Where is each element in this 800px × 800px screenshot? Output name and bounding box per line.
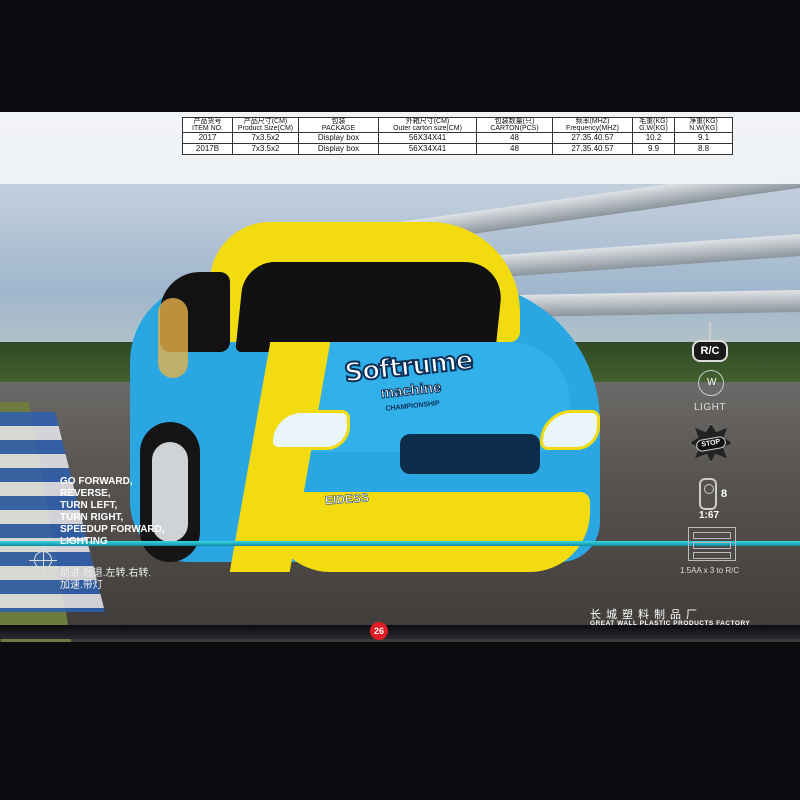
table-cell: 9.1 [674, 132, 733, 144]
feature-line-cn: 加速.带灯 [60, 580, 103, 591]
header-cell: 频率(MHZ) Frequency(MHZ) [552, 117, 633, 133]
light-label: LIGHT [694, 402, 726, 413]
battery-cell [693, 532, 731, 539]
feature-line: GO FORWARD, [60, 476, 133, 487]
table-row: 2017 7x3.5x2 Display box 56X34X41 48 27.… [182, 132, 733, 144]
antenna-icon [709, 322, 711, 340]
lightbulb-icon: W [698, 370, 724, 396]
car-bumper [270, 492, 590, 572]
table-cell: 7x3.5x2 [232, 143, 299, 155]
eight-label: 8 [721, 488, 728, 500]
table-cell: 27.35.40.57 [552, 143, 633, 155]
feature-line-cn: 前进.后退.左转.右转. [60, 568, 152, 579]
scale-label: 1:67 [699, 510, 720, 521]
page-number-badge: 26 [370, 622, 388, 640]
horse-decal [158, 298, 188, 378]
table-cell: 27.35.40.57 [552, 132, 633, 144]
feature-line: TURN RIGHT, [60, 512, 124, 523]
header-cell: 包装数量(只) CARTON(PCS) [476, 117, 553, 133]
battery-cell [693, 542, 731, 549]
table-cell: 2017 [182, 132, 233, 144]
table-cell: 56X34X41 [378, 132, 477, 144]
company-name-en: GREAT WALL PLASTIC PRODUCTS FACTORY [590, 620, 751, 627]
spec-table-header: 产品货号 ITEM NO. 产品尺寸(CM) Product Size(CM) 包装… [182, 117, 733, 133]
table-cell: 8.8 [674, 143, 733, 155]
table-cell: 48 [476, 143, 553, 155]
footer-rule [0, 625, 800, 639]
header-cell: 外箱尺寸(CM) Outer carton size(CM) [378, 117, 477, 133]
table-cell: 48 [476, 132, 553, 144]
feature-list-cn: 前进.后退.左转.右转. 加速.带灯 [60, 568, 165, 592]
spec-table: 产品货号 ITEM NO. 产品尺寸(CM) Product Size(CM) 包装… [182, 117, 733, 155]
table-cell: Display box [298, 143, 379, 155]
rc-car-photo: Softrume machine CHAMPIONSHIP EIDESS [120, 222, 620, 582]
header-cell: 包装 PACKAGE [298, 117, 379, 133]
table-cell: 56X34X41 [378, 143, 477, 155]
table-cell: 9.9 [632, 143, 675, 155]
stop-icon: STOP [690, 424, 732, 462]
table-row: 2017B 7x3.5x2 Display box 56X34X41 48 27… [182, 143, 733, 155]
battery-label: 1.5AA x 3 to R/C [680, 566, 740, 575]
feature-line: TURN LEFT, [60, 500, 118, 511]
feature-line: REVERSE, [60, 488, 111, 499]
rc-icon: R/C [692, 340, 728, 362]
feature-line: LIGHTING [60, 536, 108, 547]
bulb-glyph: W [707, 377, 717, 388]
header-cell: 产品货号 ITEM NO. [182, 117, 233, 133]
battery-icon [688, 527, 736, 561]
battery-cell [693, 552, 731, 559]
feature-list: GO FORWARD, REVERSE, TURN LEFT, TURN RIG… [60, 476, 165, 592]
header-cell: 产品尺寸(CM) Product Size(CM) [232, 117, 299, 133]
table-cell: Display box [298, 132, 379, 144]
catalog-page: 产品货号 ITEM NO. 产品尺寸(CM) Product Size(CM) 包装… [0, 0, 800, 800]
table-cell: 7x3.5x2 [232, 132, 299, 144]
table-cell: 10.2 [632, 132, 675, 144]
header-cell: 毛重(KG) G.W(KG) [632, 117, 675, 133]
feature-line: SPEEDUP FORWARD, [60, 524, 165, 535]
header-cell: 净重(KG) N.W(KG) [674, 117, 733, 133]
crosshair-icon [29, 546, 57, 574]
car-windshield [235, 262, 505, 352]
table-cell: 2017B [182, 143, 233, 155]
remote-control-icon [699, 478, 717, 510]
car-grille [400, 434, 540, 474]
